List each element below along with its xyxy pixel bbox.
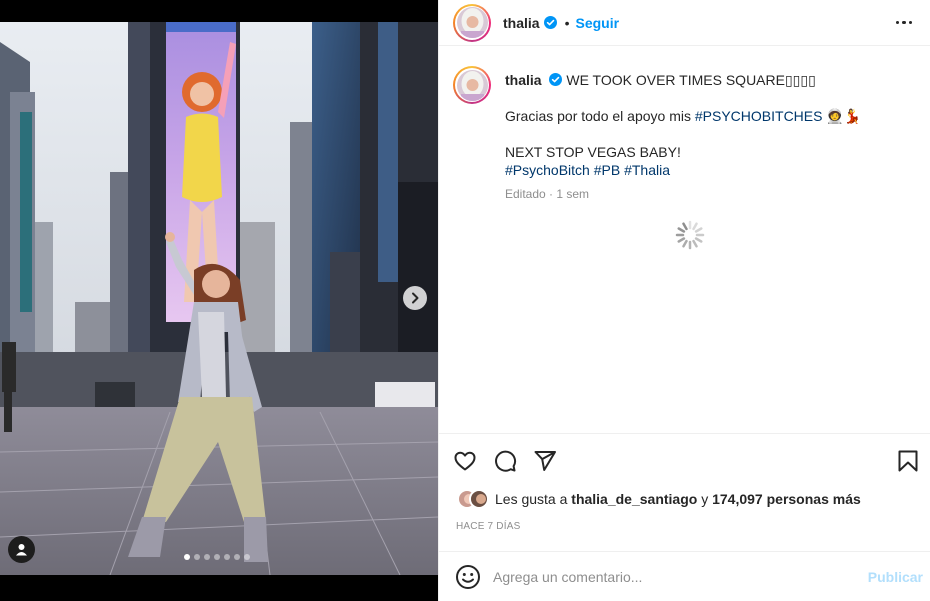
loading-spinner-icon [675, 220, 705, 250]
user-tag-icon [16, 544, 27, 556]
comment-composer: Publicar [439, 551, 930, 601]
more-options-icon[interactable] [892, 17, 917, 29]
post-photo [0, 22, 438, 575]
caption-emoji: 🧑‍🚀💃 [826, 108, 862, 124]
spinner-spoke [677, 237, 686, 243]
comment-input[interactable] [493, 568, 833, 585]
carousel-dot [194, 554, 200, 560]
comment-button[interactable] [493, 447, 533, 475]
comment-icon [495, 450, 517, 472]
caption-line-vegas: NEXT STOP VEGAS BABY! [505, 144, 681, 160]
likes-text: Les gusta a thalia_de_santiago y 174,097… [495, 491, 861, 507]
likes-count[interactable]: 174,097 personas más [712, 491, 861, 507]
caption-section: thalia WE TOOK OVER TIMES SQUARE▯▯▯▯ Gra… [439, 56, 930, 433]
spinner-spoke [682, 222, 688, 231]
verified-badge-icon [549, 73, 563, 86]
liker-username[interactable]: thalia_de_santiago [571, 491, 697, 507]
edited-label: Editado [505, 187, 546, 201]
author-avatar[interactable] [453, 3, 491, 42]
avatar-image [456, 69, 488, 101]
chevron-right-icon [412, 292, 419, 304]
carousel-dot [244, 554, 250, 560]
carousel-dot [224, 554, 230, 560]
post-actions [439, 433, 930, 488]
publish-button[interactable]: Publicar [868, 569, 923, 585]
hashtag-link[interactable]: #PSYCHOBITCHES [695, 108, 823, 124]
follow-button[interactable]: Seguir [575, 15, 619, 31]
likes-prefix: Les gusta a [495, 491, 572, 507]
edited-time[interactable]: 1 sem [556, 187, 589, 201]
share-icon [534, 451, 556, 471]
hashtag-link[interactable]: #Thalia [624, 162, 670, 178]
post-side-panel: thalia • Seguir thalia WE TOOK OVER TIME… [438, 0, 930, 601]
hashtag-link[interactable]: #PsychoBitch [505, 162, 590, 178]
caption-line-thanks: Gracias por todo el apoyo mis [505, 108, 695, 124]
spinner-spoke [694, 237, 703, 243]
author-username[interactable]: thalia [503, 15, 540, 31]
avatar-image [456, 7, 488, 38]
caption-author-avatar[interactable] [453, 66, 491, 104]
spinner-spoke [694, 227, 703, 233]
carousel-dot [204, 554, 210, 560]
likes-conjunction: y [697, 491, 713, 507]
emoji-icon[interactable] [455, 564, 481, 590]
spinner-spoke [682, 239, 688, 248]
caption-text: thalia WE TOOK OVER TIMES SQUARE▯▯▯▯ Gra… [505, 66, 915, 203]
carousel-dot [234, 554, 240, 560]
verified-badge-icon [543, 16, 557, 29]
spinner-spoke [677, 227, 686, 233]
carousel-dot [184, 554, 190, 560]
heart-icon [454, 451, 476, 471]
like-button[interactable] [453, 447, 493, 475]
tagged-users-button[interactable] [8, 536, 35, 563]
liker-avatar[interactable] [469, 489, 489, 509]
share-button[interactable] [533, 447, 573, 475]
post-timestamp[interactable]: HACE 7 DÍAS [456, 521, 520, 532]
spinner-spoke [692, 222, 698, 231]
carousel-indicator [184, 554, 250, 560]
bookmark-icon [898, 450, 918, 472]
caption-username[interactable]: thalia [505, 72, 542, 88]
post-media[interactable] [0, 0, 438, 601]
header-separator: • [564, 14, 570, 31]
carousel-next-button[interactable] [403, 286, 427, 310]
hashtag-link[interactable]: #PB [594, 162, 620, 178]
likes-summary: Les gusta a thalia_de_santiago y 174,097… [457, 489, 861, 509]
edited-meta: Editado · 1 sem [505, 187, 590, 201]
spinner-spoke [692, 239, 698, 248]
save-button[interactable] [891, 447, 919, 475]
carousel-dot [214, 554, 220, 560]
caption-title: WE TOOK OVER TIMES SQUARE▯▯▯▯ [566, 72, 816, 88]
post-header: thalia • Seguir [439, 0, 930, 46]
